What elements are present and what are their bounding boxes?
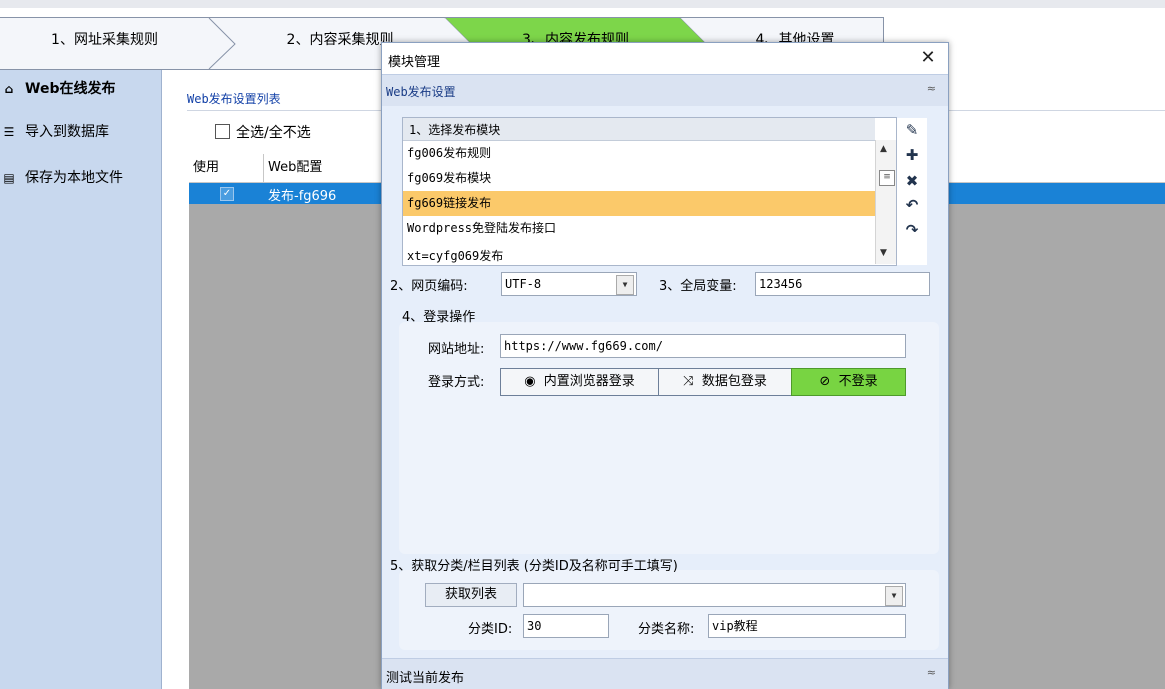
packet-login-button[interactable]: ⤨ 数据包登录 (658, 368, 792, 396)
nav-item-label: Web在线发布 (25, 81, 116, 97)
nav-item-save-local[interactable]: ▤ 保存为本地文件 (0, 162, 160, 195)
module-list-box: 1、选择发布模块 fg006发布规则 fg069发布模块 fg669链接发布 W… (402, 117, 927, 266)
delete-x-icon[interactable]: ✖ (897, 172, 927, 190)
scroll-up-icon[interactable]: ▲ (880, 144, 887, 154)
category-panel-bg (399, 570, 939, 650)
section-title: Web发布设置 (386, 85, 456, 99)
encoding-select[interactable]: UTF-8 ▼ (501, 272, 637, 296)
database-icon: ☰ (3, 125, 15, 139)
category-section-label: 5、获取分类/栏目列表 (分类ID及名称可手工填写) (390, 559, 678, 574)
get-list-button[interactable]: 获取列表 (425, 583, 517, 607)
category-name-label: 分类名称: (638, 622, 695, 637)
module-toolbar: ✎ ✚ ✖ ↶ ↷ (896, 118, 927, 265)
chevron-down-icon[interactable]: ▼ (885, 586, 903, 606)
add-plus-icon[interactable]: ✚ (897, 146, 927, 164)
row-checkbox[interactable]: ✓ (220, 187, 234, 201)
nav-item-label: 保存为本地文件 (25, 170, 123, 186)
nav-item-label: 导入到数据库 (25, 124, 109, 140)
shuffle-icon: ⤨ (683, 374, 694, 389)
row-config-name: 发布-fg696 (268, 189, 337, 204)
category-id-label: 分类ID: (468, 622, 513, 637)
dialog-title: 模块管理 (388, 55, 441, 70)
scroll-thumb[interactable]: ≡ (879, 170, 895, 186)
module-list-header: 1、选择发布模块 (403, 118, 875, 141)
list-item[interactable]: fg006发布规则 (403, 141, 875, 166)
builtin-browser-login-button[interactable]: ◉ 内置浏览器登录 (500, 368, 659, 396)
chevron-down-icon[interactable]: ▼ (616, 275, 634, 295)
undo-arrow-icon[interactable]: ↶ (897, 196, 927, 214)
module-list-scrollbar[interactable]: ▲ ≡ ▼ (875, 140, 896, 264)
file-icon: ▤ (3, 171, 15, 185)
list-item[interactable]: xt=cyfg069发布 (403, 241, 875, 263)
global-var-input[interactable]: 123456 (755, 272, 930, 296)
list-item[interactable]: fg069发布模块 (403, 166, 875, 191)
edit-pencil-icon[interactable]: ✎ (897, 121, 927, 139)
globe-icon: ◉ (524, 374, 536, 389)
category-dropdown[interactable]: ▼ (523, 583, 906, 607)
login-section-label: 4、登录操作 (402, 310, 476, 325)
list-item-selected[interactable]: fg669链接发布 (403, 191, 875, 216)
checkbox-box (215, 124, 230, 139)
builtin-browser-login-label: 内置浏览器登录 (543, 374, 635, 389)
left-nav: ⌂ Web在线发布 ☰ 导入到数据库 ▤ 保存为本地文件 (0, 70, 162, 689)
section-header-test-publish[interactable]: 测试当前发布 ≈ (382, 658, 948, 689)
redo-arrow-icon[interactable]: ↷ (897, 221, 927, 239)
section-header-web-publish[interactable]: Web发布设置 ≈ (382, 74, 948, 107)
nav-item-import-db[interactable]: ☰ 导入到数据库 (0, 116, 160, 149)
list-item[interactable]: Wordpress免登陆发布接口 (403, 216, 875, 241)
module-list-header-text: 1、选择发布模块 (409, 123, 501, 137)
select-all-checkbox[interactable]: 全选/全不选 (215, 122, 311, 142)
no-login-button[interactable]: ⊘ 不登录 (791, 368, 906, 396)
close-icon[interactable]: ✕ (916, 46, 940, 70)
login-mode-label: 登录方式: (428, 375, 485, 390)
select-all-label: 全选/全不选 (236, 125, 311, 141)
no-login-label: 不登录 (838, 374, 878, 389)
column-header-use[interactable]: 使用 (189, 154, 264, 182)
publish-list-title: Web发布设置列表 (187, 92, 281, 106)
nav-item-web-publish[interactable]: ⌂ Web在线发布 (0, 73, 160, 106)
encoding-value: UTF-8 (505, 277, 542, 291)
home-icon: ⌂ (4, 82, 14, 96)
site-url-label: 网站地址: (428, 342, 485, 357)
module-manager-dialog: 模块管理 ✕ Web发布设置 ≈ 1、选择发布模块 fg006发布规则 fg06… (381, 42, 949, 689)
global-var-label: 3、全局变量: (659, 279, 737, 294)
expand-icon[interactable]: ≈ (927, 666, 936, 679)
packet-login-label: 数据包登录 (701, 374, 767, 389)
encoding-label: 2、网页编码: (390, 279, 468, 294)
category-name-input[interactable]: vip教程 (708, 614, 906, 638)
section-body: 1、选择发布模块 fg006发布规则 fg069发布模块 fg669链接发布 W… (382, 106, 948, 658)
category-id-input[interactable]: 30 (523, 614, 609, 638)
collapse-icon[interactable]: ≈ (927, 82, 936, 95)
test-section-title: 测试当前发布 (386, 671, 465, 686)
dialog-titlebar: 模块管理 ✕ (382, 43, 948, 74)
ban-icon: ⊘ (819, 374, 831, 389)
site-url-input[interactable]: https://www.fg669.com/ (500, 334, 906, 358)
scroll-down-icon[interactable]: ▼ (880, 248, 887, 258)
top-band (0, 0, 1165, 8)
wizard-step-1[interactable]: 1、网址采集规则 (0, 18, 209, 69)
